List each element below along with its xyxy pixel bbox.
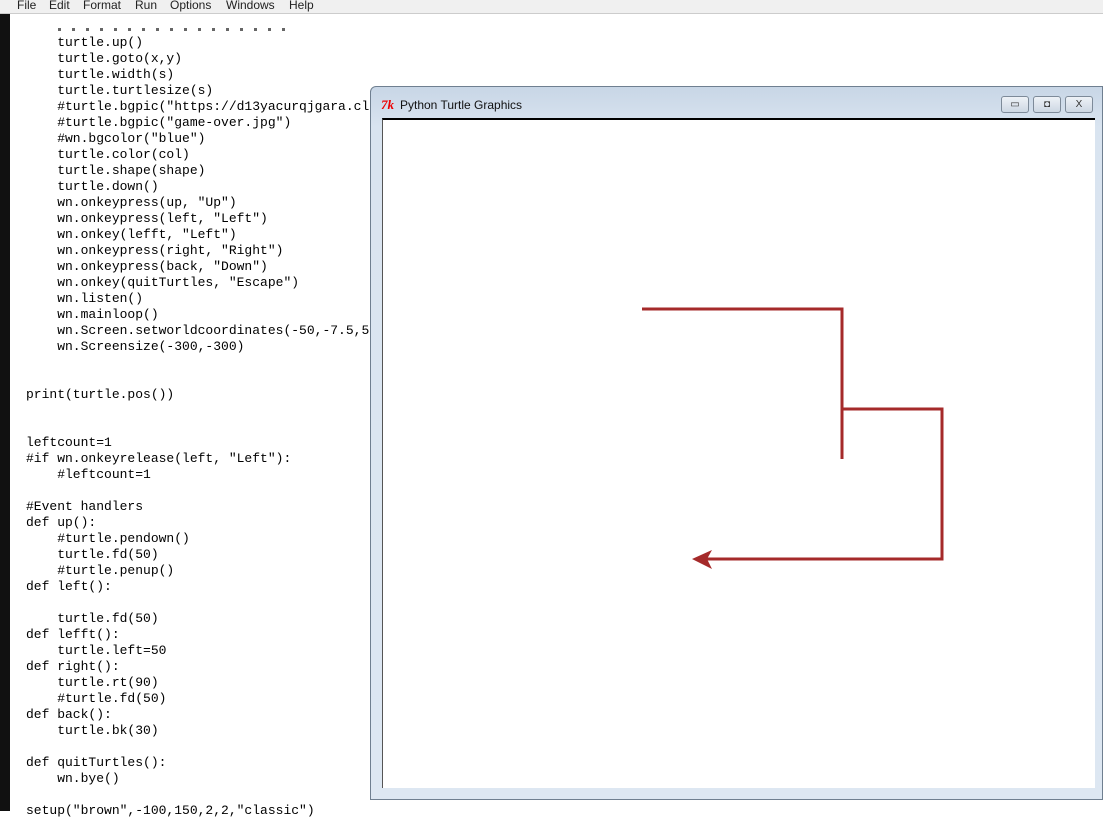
- code-line: #turtle.pendown(): [26, 531, 190, 546]
- tk-feather-icon: 7k: [381, 97, 394, 112]
- code-line: def up():: [26, 515, 97, 530]
- turtle-canvas[interactable]: [382, 118, 1095, 788]
- turtle-graphics-window[interactable]: 7k Python Turtle Graphics ▭ ◘ X: [370, 86, 1103, 800]
- code-line: turtle.fd(50): [26, 611, 159, 626]
- code-line: #turtle.bgpic("https://d13yacurqjgara.cl: [26, 99, 370, 114]
- minimize-button[interactable]: ▭: [1001, 96, 1029, 113]
- code-line: def back():: [26, 707, 112, 722]
- code-line: turtle.left=50: [26, 643, 167, 658]
- menu-bar: File Edit Format Run Options Windows Hel…: [0, 0, 1103, 14]
- code-line: setup("brown",-100,150,2,2,"classic"): [26, 803, 315, 818]
- code-line: wn.onkeypress(right, "Right"): [26, 243, 284, 258]
- menu-windows[interactable]: Windows: [226, 0, 275, 11]
- code-line: #turtle.bgpic("game-over.jpg"): [26, 115, 292, 130]
- menu-file[interactable]: File: [17, 0, 36, 11]
- code-line: #leftcount=1: [26, 467, 151, 482]
- code-line: #if wn.onkeyrelease(left, "Left"):: [26, 451, 292, 466]
- code-line: turtle.fd(50): [26, 547, 159, 562]
- code-line: wn.onkey(lefft, "Left"): [26, 227, 237, 242]
- code-line: #turtle.fd(50): [26, 691, 167, 706]
- code-line: def quitTurtles():: [26, 755, 167, 770]
- code-line: wn.onkeypress(back, "Down"): [26, 259, 268, 274]
- code-line: #wn.bgcolor("blue"): [26, 131, 206, 146]
- code-line: turtle.width(s): [26, 67, 175, 82]
- code-line: turtle.color(col): [26, 147, 190, 162]
- code-line: wn.onkeypress(up, "Up"): [26, 195, 237, 210]
- menu-run[interactable]: Run: [135, 0, 157, 11]
- close-button[interactable]: X: [1065, 96, 1093, 113]
- partially-hidden-line: [58, 28, 288, 31]
- code-line: wn.onkeypress(left, "Left"): [26, 211, 268, 226]
- code-line: def lefft():: [26, 627, 120, 642]
- code-line: #Event handlers: [26, 499, 144, 514]
- code-line: wn.bye(): [26, 771, 120, 786]
- menu-format[interactable]: Format: [83, 0, 121, 11]
- code-line: turtle.up(): [26, 35, 144, 50]
- code-line: turtle.bk(30): [26, 723, 159, 738]
- menu-options[interactable]: Options: [170, 0, 211, 11]
- code-line: wn.mainloop(): [26, 307, 159, 322]
- code-line: turtle.goto(x,y): [26, 51, 183, 66]
- turtle-path-2: [706, 407, 944, 561]
- code-line: wn.Screen.setworldcoordinates(-50,-7.5,5…: [26, 323, 378, 338]
- code-line: print(turtle.pos()): [26, 387, 175, 402]
- code-text[interactable]: turtle.up() turtle.goto(x,y) turtle.widt…: [26, 35, 377, 819]
- window-title: Python Turtle Graphics: [400, 98, 523, 112]
- code-line: turtle.rt(90): [26, 675, 159, 690]
- menu-edit[interactable]: Edit: [49, 0, 70, 11]
- code-line: def left():: [26, 579, 112, 594]
- menu-help[interactable]: Help: [289, 0, 314, 11]
- code-line: turtle.shape(shape): [26, 163, 206, 178]
- code-line: leftcount=1: [26, 435, 112, 450]
- maximize-button[interactable]: ◘: [1033, 96, 1061, 113]
- code-line: turtle.down(): [26, 179, 159, 194]
- code-line: wn.listen(): [26, 291, 144, 306]
- code-line: #turtle.penup(): [26, 563, 175, 578]
- turtle-path-1: [642, 307, 844, 459]
- turtle-drawing: [642, 307, 944, 569]
- code-line: turtle.turtlesize(s): [26, 83, 214, 98]
- editor-left-border: [0, 14, 10, 811]
- code-line: wn.onkey(quitTurtles, "Escape"): [26, 275, 300, 290]
- code-line: def right():: [26, 659, 120, 674]
- code-line: wn.Screensize(-300,-300): [26, 339, 245, 354]
